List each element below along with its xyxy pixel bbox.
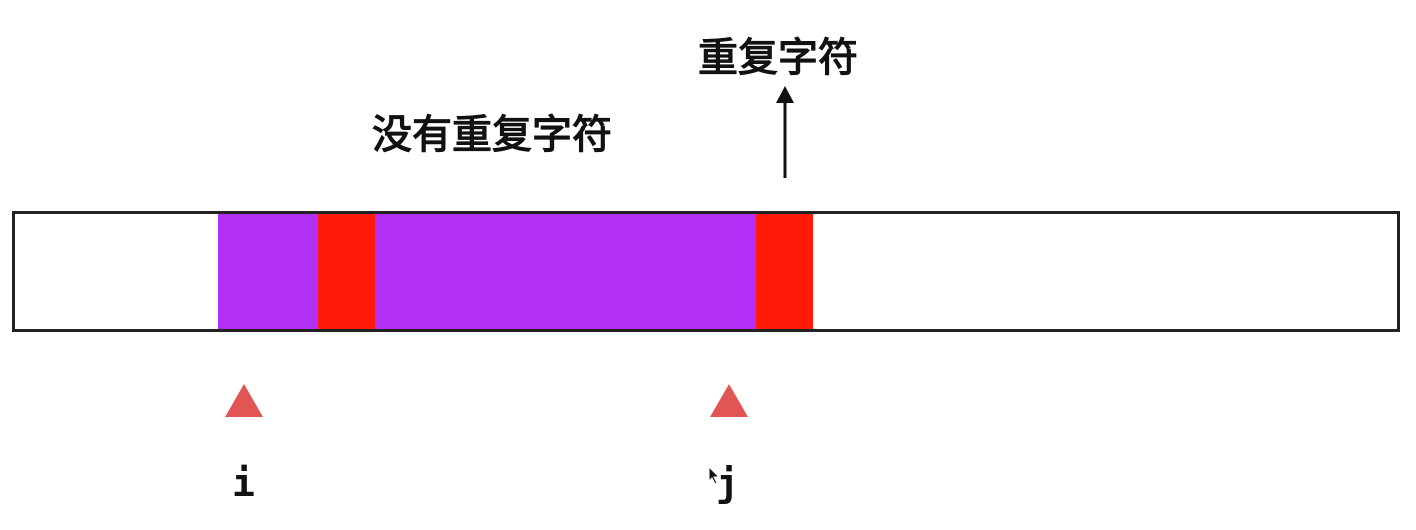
window-segment bbox=[218, 214, 758, 329]
mouse-cursor-icon bbox=[708, 466, 720, 485]
no-duplicate-window-label: 没有重复字符 bbox=[372, 112, 612, 158]
duplicate-char-in-window bbox=[318, 214, 375, 329]
duplicate-char-at-j bbox=[756, 214, 813, 329]
pointer-j-triangle-icon bbox=[710, 384, 748, 417]
string-strip bbox=[12, 211, 1400, 332]
pointer-i-label: i bbox=[232, 461, 255, 505]
pointer-i-triangle-icon bbox=[225, 384, 263, 417]
arrow-up-icon bbox=[776, 86, 794, 178]
duplicate-char-label: 重复字符 bbox=[698, 35, 858, 81]
